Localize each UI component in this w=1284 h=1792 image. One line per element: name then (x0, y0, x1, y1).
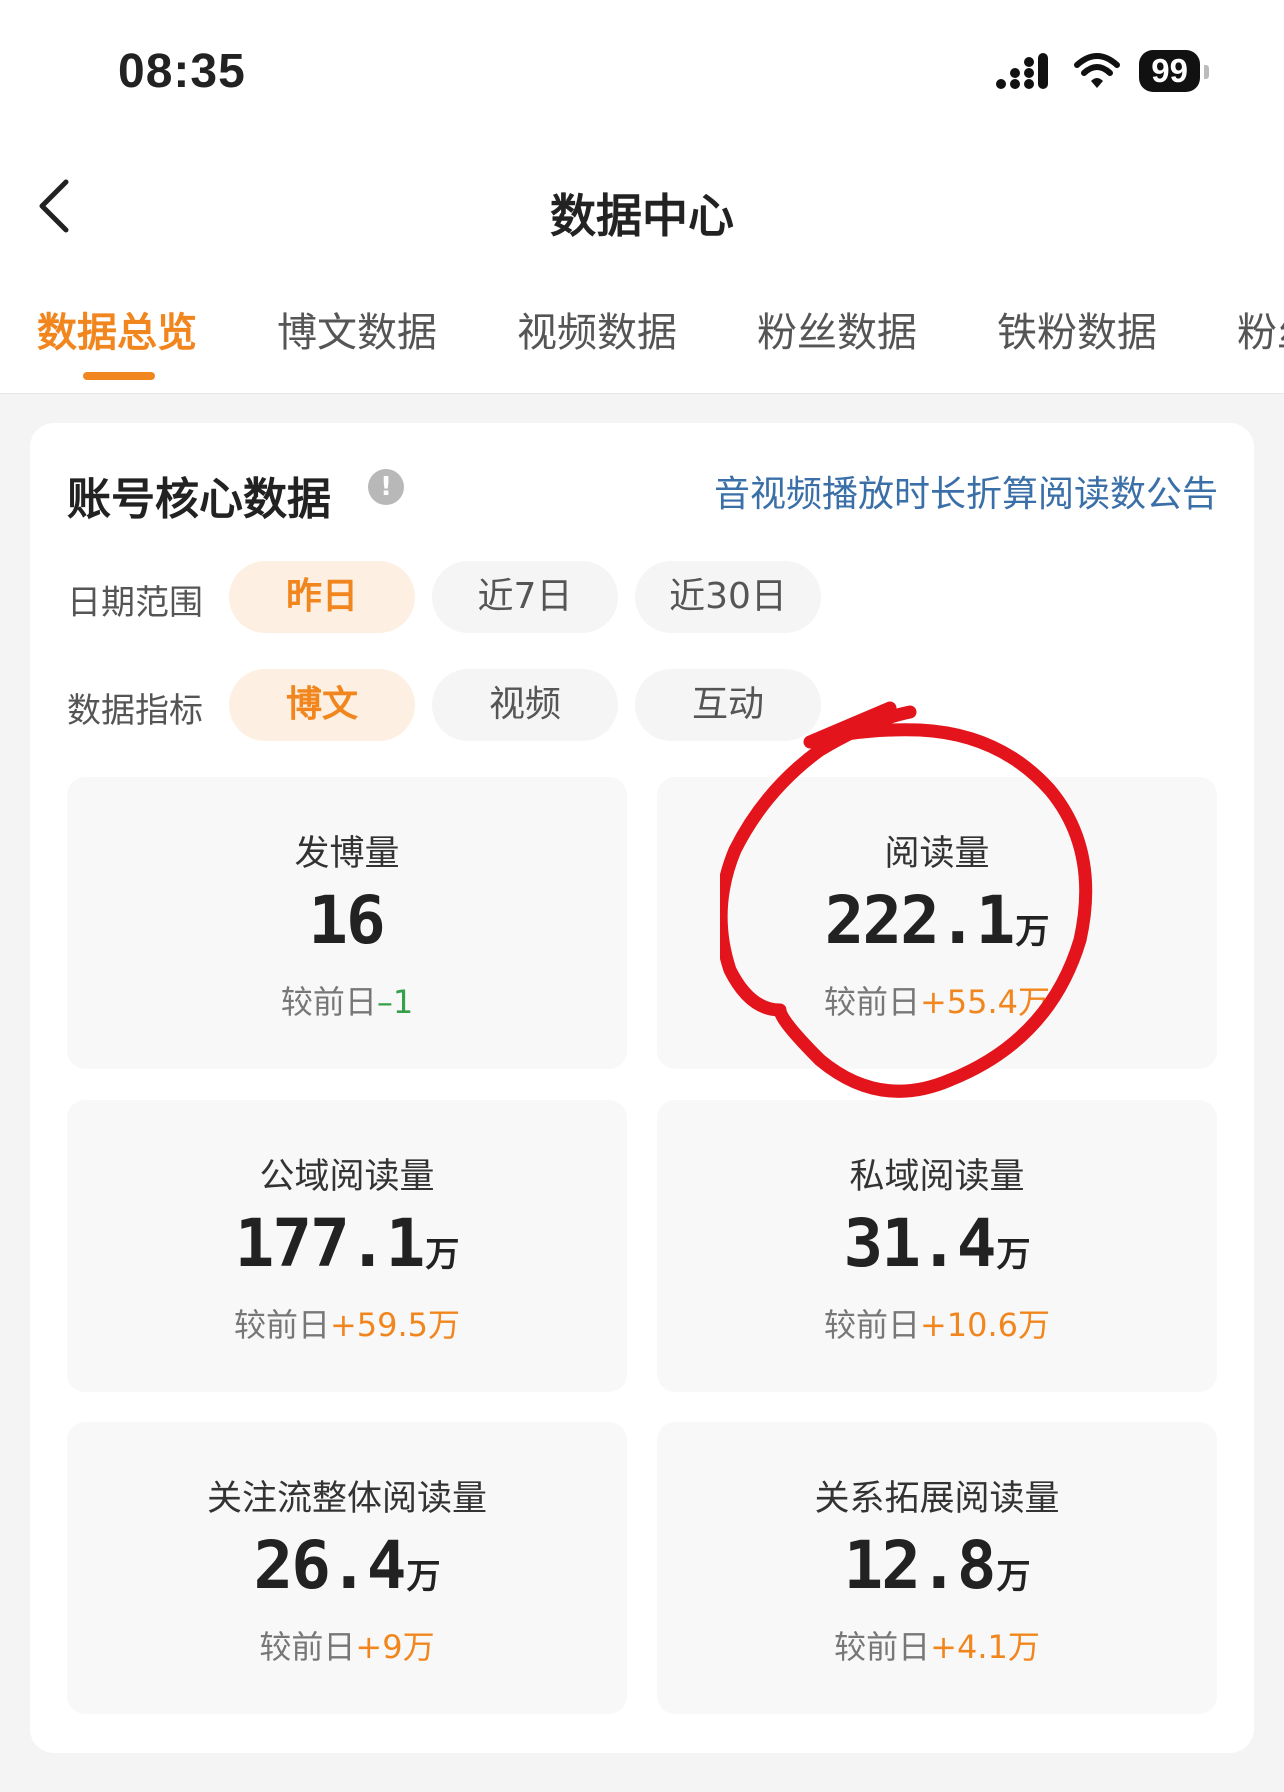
date-option-7d[interactable]: 近7日 (432, 561, 618, 633)
metric-label: 公域阅读量 (259, 1157, 435, 1197)
metric-delta: 较前日+4.1万 (834, 1628, 1040, 1666)
page-title: 数据中心 (550, 189, 734, 243)
tab-posts[interactable]: 博文数据 (277, 300, 437, 358)
metric-relationship-reads[interactable]: 关系拓展阅读量 12.8万 较前日+4.1万 (657, 1422, 1217, 1714)
metric-label: 关注流整体阅读量 (206, 1479, 487, 1519)
metric-delta: 较前日–1 (280, 983, 414, 1021)
metric-delta: 较前日+10.6万 (823, 1306, 1051, 1344)
metric-value: 222.1万 (824, 882, 1050, 959)
metric-type-label: 数据指标 (67, 691, 203, 731)
metric-delta: 较前日+55.4万 (823, 983, 1051, 1021)
tab-bar: 数据总览 博文数据 视频数据 粉丝数据 铁粉数据 粉丝 (0, 300, 1284, 370)
metric-option-posts[interactable]: 博文 (229, 669, 415, 741)
tab-iron-fans[interactable]: 铁粉数据 (997, 300, 1157, 358)
info-icon[interactable]: ! (368, 469, 404, 505)
section-title: 账号核心数据 (67, 474, 331, 525)
notice-link[interactable]: 音视频播放时长折算阅读数公告 (714, 465, 1218, 517)
metric-label: 关系拓展阅读量 (814, 1479, 1060, 1519)
metric-value: 16 (308, 882, 385, 959)
status-icons: 99 (995, 50, 1209, 92)
status-time: 08:35 (118, 45, 246, 98)
metric-delta: 较前日+9万 (259, 1628, 435, 1666)
wifi-icon (1074, 53, 1121, 88)
active-tab-indicator (83, 372, 155, 380)
cellular-signal-icon (996, 53, 1049, 89)
date-range-label: 日期范围 (67, 583, 203, 623)
metric-following-feed-reads[interactable]: 关注流整体阅读量 26.4万 较前日+9万 (67, 1422, 627, 1714)
tab-overview[interactable]: 数据总览 (37, 300, 197, 358)
battery-icon: 99 (1139, 50, 1209, 92)
metric-value: 12.8万 (843, 1527, 1031, 1604)
metric-reads[interactable]: 阅读量 222.1万 较前日+55.4万 (657, 777, 1217, 1069)
metric-value: 26.4万 (253, 1527, 441, 1604)
metric-public-reads[interactable]: 公域阅读量 177.1万 较前日+59.5万 (67, 1100, 627, 1392)
date-option-30d[interactable]: 近30日 (635, 561, 821, 633)
tab-fans-more[interactable]: 粉丝 (1237, 300, 1284, 358)
metric-private-reads[interactable]: 私域阅读量 31.4万 较前日+10.6万 (657, 1100, 1217, 1392)
metric-label: 发博量 (294, 834, 400, 874)
core-data-card: 账号核心数据 ! 音视频播放时长折算阅读数公告 日期范围 昨日 近7日 近30日… (30, 423, 1254, 1753)
metric-label: 私域阅读量 (849, 1157, 1025, 1197)
tab-fans[interactable]: 粉丝数据 (757, 300, 917, 358)
metric-option-videos[interactable]: 视频 (432, 669, 618, 741)
metric-delta: 较前日+59.5万 (233, 1306, 461, 1344)
metric-option-interaction[interactable]: 互动 (635, 669, 821, 741)
metric-posts-count[interactable]: 发博量 16 较前日–1 (67, 777, 627, 1069)
metric-value: 31.4万 (843, 1205, 1031, 1282)
date-option-yesterday[interactable]: 昨日 (229, 561, 415, 633)
tab-videos[interactable]: 视频数据 (517, 300, 677, 358)
metric-value: 177.1万 (234, 1205, 460, 1282)
metric-label: 阅读量 (884, 834, 990, 874)
